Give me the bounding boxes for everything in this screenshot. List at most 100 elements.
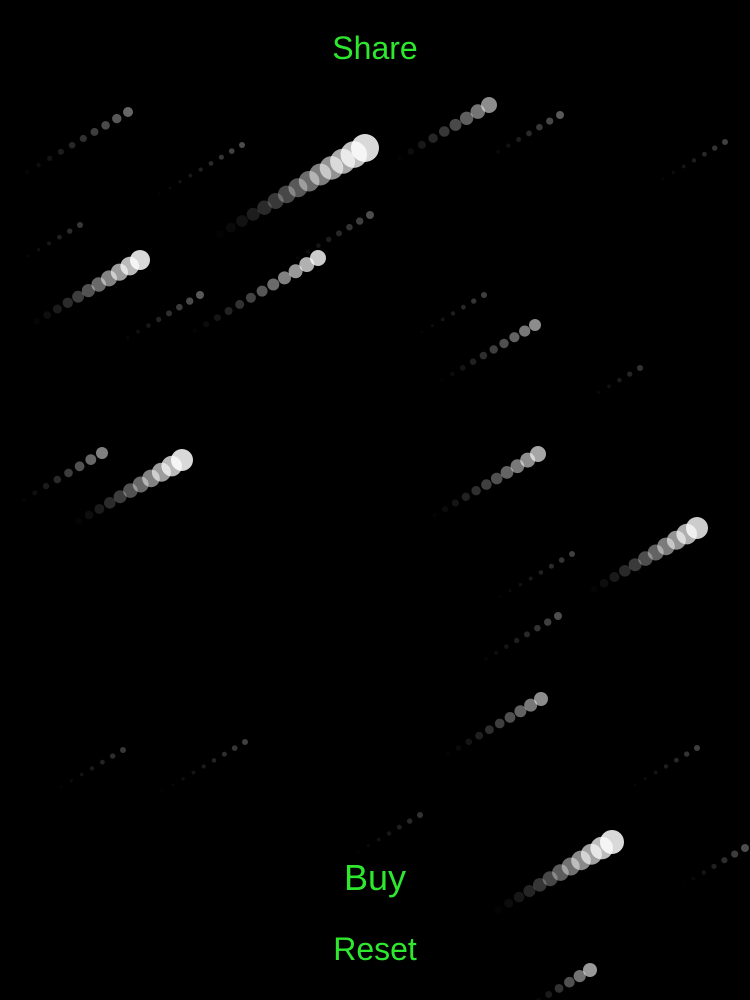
particle-dot	[75, 518, 82, 525]
particle-dot	[524, 631, 530, 638]
buy-button[interactable]: Buy	[0, 860, 750, 896]
particle-dot	[79, 772, 84, 777]
particle-dot	[506, 143, 511, 148]
particle-dot	[617, 377, 622, 383]
particle-dot	[499, 596, 502, 599]
particle-trail	[366, 812, 423, 848]
particle-dot	[42, 482, 50, 490]
particle-dot	[215, 230, 224, 239]
particle-dot	[494, 718, 505, 729]
particle-dot	[432, 513, 437, 518]
particle-dot	[397, 155, 402, 160]
particle-dot	[113, 490, 127, 504]
particle-dot	[326, 236, 332, 243]
particle-dot	[64, 468, 73, 478]
particle-dot	[148, 199, 150, 201]
particle-dot	[536, 123, 543, 131]
share-button[interactable]: Share	[0, 32, 750, 64]
particle-dot	[518, 582, 523, 587]
particle-dot	[489, 345, 498, 354]
particle-dot	[504, 712, 516, 723]
particle-trail	[215, 134, 379, 239]
particle-trail	[43, 250, 150, 319]
particle-dot	[60, 785, 63, 788]
particle-dot	[246, 207, 260, 221]
particle-dot	[564, 976, 575, 988]
particle-dot	[440, 317, 445, 322]
particle-dot	[245, 292, 256, 303]
particle-dot	[116, 343, 119, 346]
particle-dot	[161, 790, 163, 792]
particle-dot	[442, 506, 449, 513]
particle-dot	[36, 162, 41, 168]
particle-dot	[79, 134, 87, 143]
particle-dot	[186, 297, 194, 305]
particle-trail	[506, 111, 564, 148]
particle-trail	[432, 446, 546, 518]
particle-dot	[509, 332, 520, 343]
reset-button[interactable]: Reset	[0, 933, 750, 965]
particle-trail	[624, 745, 700, 792]
particle-dot	[481, 292, 487, 298]
particle-dot	[534, 624, 541, 632]
particle-dot	[84, 510, 94, 520]
particle-dot	[203, 321, 210, 328]
particle-dot	[57, 148, 64, 155]
particle-dot	[94, 504, 105, 514]
particle-dot	[624, 790, 626, 792]
reset-button-label: Reset	[333, 931, 417, 967]
particle-dot	[569, 551, 575, 557]
particle-dot	[158, 193, 160, 195]
particle-dot	[224, 307, 233, 315]
particle-trail	[15, 107, 133, 180]
particle-dot	[495, 906, 503, 914]
particle-dot	[178, 180, 182, 184]
particle-dot	[188, 173, 193, 178]
particle-dot	[226, 223, 236, 233]
particle-dot	[643, 777, 648, 781]
particle-dot	[548, 563, 554, 569]
particle-dot	[663, 764, 669, 769]
particle-dot	[201, 764, 206, 769]
particle-dot	[50, 792, 52, 794]
particle-dot	[504, 898, 514, 908]
particle-dot	[514, 637, 520, 644]
particle-dot	[609, 572, 620, 582]
particle-trail	[116, 291, 204, 346]
particle-dot	[62, 297, 73, 308]
particle-trail	[455, 692, 548, 751]
particle-trail	[545, 963, 597, 998]
particle-dot	[366, 844, 370, 848]
particle-trail	[599, 517, 708, 588]
particle-dot	[681, 164, 686, 169]
particle-dot	[196, 291, 204, 299]
particle-dot	[545, 991, 553, 998]
particle-dot	[587, 397, 589, 399]
buy-button-label: Buy	[343, 857, 407, 898]
particle-dot	[484, 657, 487, 660]
particle-dot	[100, 759, 105, 765]
particle-dot	[306, 249, 311, 254]
particle-dot	[17, 261, 19, 263]
particle-dot	[146, 323, 151, 328]
particle-dot	[653, 770, 658, 775]
share-button-label: Share	[332, 30, 418, 66]
particle-dot	[702, 151, 707, 157]
particle-dot	[526, 130, 532, 137]
particle-dot	[57, 234, 62, 240]
particle-dot	[691, 158, 697, 163]
particle-dot	[26, 170, 30, 174]
particle-dot	[69, 779, 73, 783]
particle-dot	[529, 319, 541, 331]
particle-dot	[411, 337, 413, 339]
particle-dot	[15, 177, 18, 180]
particle-dot	[417, 812, 423, 818]
particle-dot	[554, 612, 562, 620]
particle-dot	[607, 384, 611, 389]
particle-dot	[52, 304, 62, 314]
particle-dot	[485, 725, 494, 734]
particle-dot	[72, 290, 84, 303]
particle-dot	[449, 118, 462, 131]
particle-dot	[267, 278, 280, 291]
particle-dot	[191, 770, 196, 775]
